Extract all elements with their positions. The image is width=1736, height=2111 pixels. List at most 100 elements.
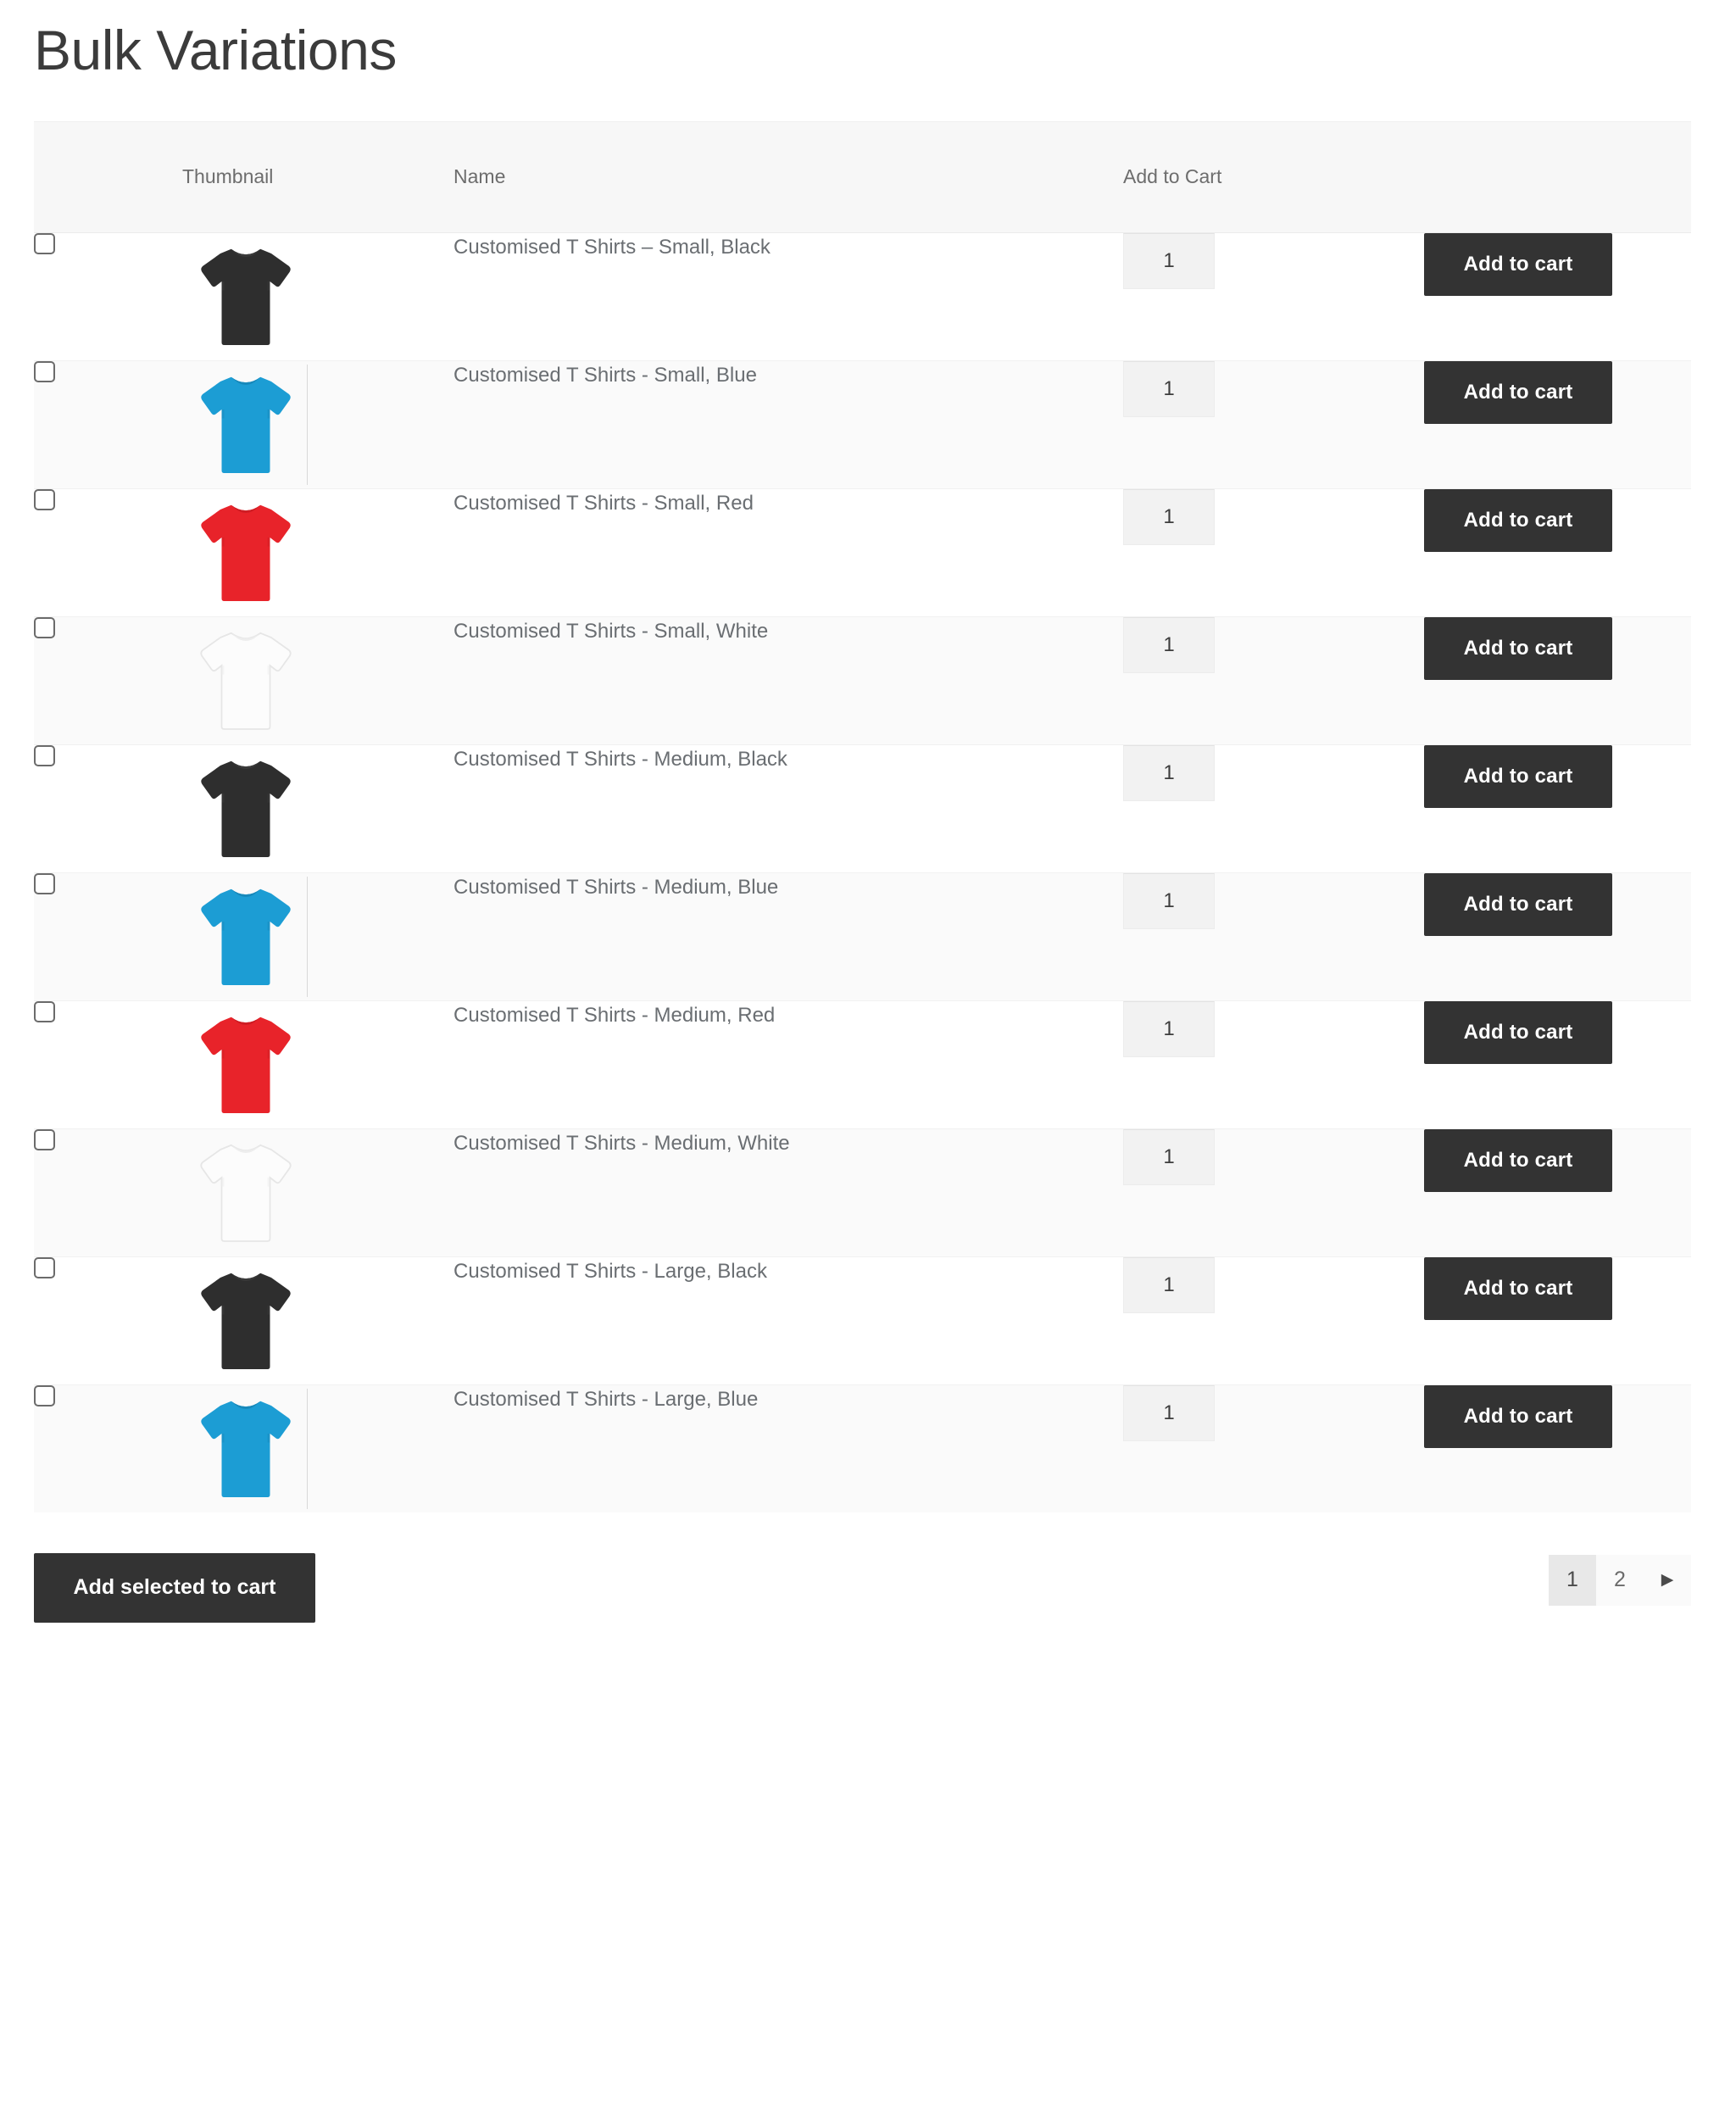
row-select-checkbox[interactable]: [34, 232, 55, 254]
table-body: Customised T Shirts – Small, Black 1 Add t…: [34, 231, 1692, 1512]
row-thumbnail-cell: [182, 744, 454, 873]
table-row: Customised T Shirts - Medium, Black 1 Add …: [34, 744, 1692, 873]
table-row: Customised T Shirts - Medium, Red 1 Add to…: [34, 1000, 1692, 1129]
row-select-cell: [34, 1000, 182, 1129]
variation-name: Customised T Shirts - Medium, Red: [453, 1003, 776, 1027]
column-header-select: [34, 122, 182, 233]
add-to-cart-button[interactable]: Add to cart: [1424, 744, 1613, 808]
tshirt-blue-icon: [182, 873, 309, 1000]
table-row: Customised T Shirts - Large, Blue 1 Add to…: [34, 1384, 1692, 1512]
add-to-cart-button[interactable]: Add to cart: [1424, 232, 1613, 296]
row-thumbnail-cell: [182, 1000, 454, 1129]
row-name-cell: Customised T Shirts - Large, Black: [453, 1256, 1124, 1385]
add-to-cart-button[interactable]: Add to cart: [1424, 1000, 1613, 1064]
tshirt-blue-icon: [182, 1385, 309, 1512]
row-quantity-cell: 1: [1123, 231, 1425, 361]
row-thumbnail-cell: [182, 872, 454, 1001]
thumbnail-edge-line: [307, 1388, 308, 1509]
row-select-checkbox[interactable]: [34, 616, 55, 638]
quantity-input[interactable]: 1: [1123, 232, 1216, 289]
row-select-checkbox[interactable]: [34, 1256, 55, 1278]
row-quantity-cell: 1: [1123, 744, 1425, 873]
table-row: Customised T Shirts - Medium, Blue 1 Add t…: [34, 872, 1692, 1001]
column-header-name: Name: [453, 122, 1124, 233]
row-add-to-cart-cell: Add to cart: [1424, 615, 1692, 745]
add-to-cart-button[interactable]: Add to cart: [1424, 488, 1613, 552]
add-to-cart-button[interactable]: Add to cart: [1424, 616, 1613, 680]
quantity-input[interactable]: 1: [1123, 1256, 1216, 1313]
table-row: Customised T Shirts - Small, Red 1 Add to …: [34, 487, 1692, 617]
quantity-input[interactable]: 1: [1123, 360, 1216, 417]
tshirt-white-icon: [182, 1129, 309, 1256]
variation-name: Customised T Shirts - Small, Blue: [453, 363, 757, 387]
table-row: Customised T Shirts - Large, Black 1 Add t…: [34, 1256, 1692, 1385]
row-select-checkbox[interactable]: [34, 1384, 55, 1406]
tshirt-red-icon: [182, 1001, 309, 1128]
row-select-cell: [34, 359, 182, 489]
page-title: Bulk Variations: [34, 19, 397, 81]
quantity-input[interactable]: 1: [1123, 1128, 1216, 1185]
row-add-to-cart-cell: Add to cart: [1424, 359, 1692, 489]
row-quantity-cell: 1: [1123, 359, 1425, 489]
add-to-cart-button[interactable]: Add to cart: [1424, 1384, 1613, 1448]
quantity-input[interactable]: 1: [1123, 616, 1216, 673]
variation-name: Customised T Shirts - Medium, White: [453, 1131, 790, 1155]
row-quantity-cell: 1: [1123, 872, 1425, 1001]
row-name-cell: Customised T Shirts – Small, Black: [453, 231, 1124, 361]
row-select-cell: [34, 1256, 182, 1385]
pagination: 1 2 ▶: [1549, 1554, 1691, 1606]
table-row: Customised T Shirts - Small, Blue 1 Add to…: [34, 359, 1692, 489]
quantity-input[interactable]: 1: [1123, 744, 1216, 801]
row-select-checkbox[interactable]: [34, 360, 55, 382]
tshirt-red-icon: [182, 489, 309, 616]
quantity-input[interactable]: 1: [1123, 872, 1216, 929]
row-select-checkbox[interactable]: [34, 1128, 55, 1150]
row-thumbnail-cell: [182, 231, 454, 361]
chevron-right-icon[interactable]: ▶: [1644, 1554, 1691, 1606]
variation-name: Customised T Shirts - Small, White: [453, 619, 769, 643]
variation-name: Customised T Shirts - Large, Black: [453, 1259, 767, 1283]
quantity-input[interactable]: 1: [1123, 1384, 1216, 1441]
pagination-page-1[interactable]: 1: [1549, 1554, 1596, 1606]
row-add-to-cart-cell: Add to cart: [1424, 231, 1692, 361]
row-select-checkbox[interactable]: [34, 872, 55, 894]
row-thumbnail-cell: [182, 359, 454, 489]
variations-table-container: Thumbnail Name Add to Cart Customised T …: [34, 121, 1692, 1512]
table-header: Thumbnail Name Add to Cart: [34, 122, 1692, 233]
add-to-cart-button[interactable]: Add to cart: [1424, 1128, 1613, 1192]
row-name-cell: Customised T Shirts - Small, Red: [453, 487, 1124, 617]
row-name-cell: Customised T Shirts - Medium, Black: [453, 744, 1124, 873]
quantity-input[interactable]: 1: [1123, 488, 1216, 545]
row-select-checkbox[interactable]: [34, 488, 55, 510]
variation-name: Customised T Shirts - Medium, Black: [453, 747, 787, 771]
table-row: Customised T Shirts - Small, White 1 Add t…: [34, 615, 1692, 745]
row-add-to-cart-cell: Add to cart: [1424, 1256, 1692, 1385]
row-select-cell: [34, 1384, 182, 1512]
quantity-input[interactable]: 1: [1123, 1000, 1216, 1057]
row-select-cell: [34, 872, 182, 1001]
row-quantity-cell: 1: [1123, 1000, 1425, 1129]
row-thumbnail-cell: [182, 1384, 454, 1512]
table-header-row: Thumbnail Name Add to Cart: [34, 122, 1692, 233]
add-to-cart-button[interactable]: Add to cart: [1424, 872, 1613, 936]
row-thumbnail-cell: [182, 1256, 454, 1385]
row-name-cell: Customised T Shirts - Medium, White: [453, 1128, 1124, 1257]
row-select-checkbox[interactable]: [34, 744, 55, 766]
add-to-cart-button[interactable]: Add to cart: [1424, 360, 1613, 424]
row-name-cell: Customised T Shirts - Medium, Blue: [453, 872, 1124, 1001]
variation-name: Customised T Shirts - Medium, Blue: [453, 875, 779, 899]
row-thumbnail-cell: [182, 1128, 454, 1257]
row-add-to-cart-cell: Add to cart: [1424, 1128, 1692, 1257]
table-footer: Add selected to cart 1 2 ▶: [34, 1552, 1691, 1623]
row-select-cell: [34, 615, 182, 745]
row-name-cell: Customised T Shirts - Small, White: [453, 615, 1124, 745]
add-selected-to-cart-button[interactable]: Add selected to cart: [34, 1552, 315, 1623]
pagination-page-2[interactable]: 2: [1596, 1554, 1644, 1606]
add-to-cart-button[interactable]: Add to cart: [1424, 1256, 1613, 1320]
tshirt-black-icon: [182, 1257, 309, 1384]
row-quantity-cell: 1: [1123, 487, 1425, 617]
row-select-checkbox[interactable]: [34, 1000, 55, 1022]
tshirt-white-icon: [182, 617, 309, 744]
tshirt-blue-icon: [182, 361, 309, 488]
table-row: Customised T Shirts – Small, Black 1 Add t…: [34, 231, 1692, 361]
